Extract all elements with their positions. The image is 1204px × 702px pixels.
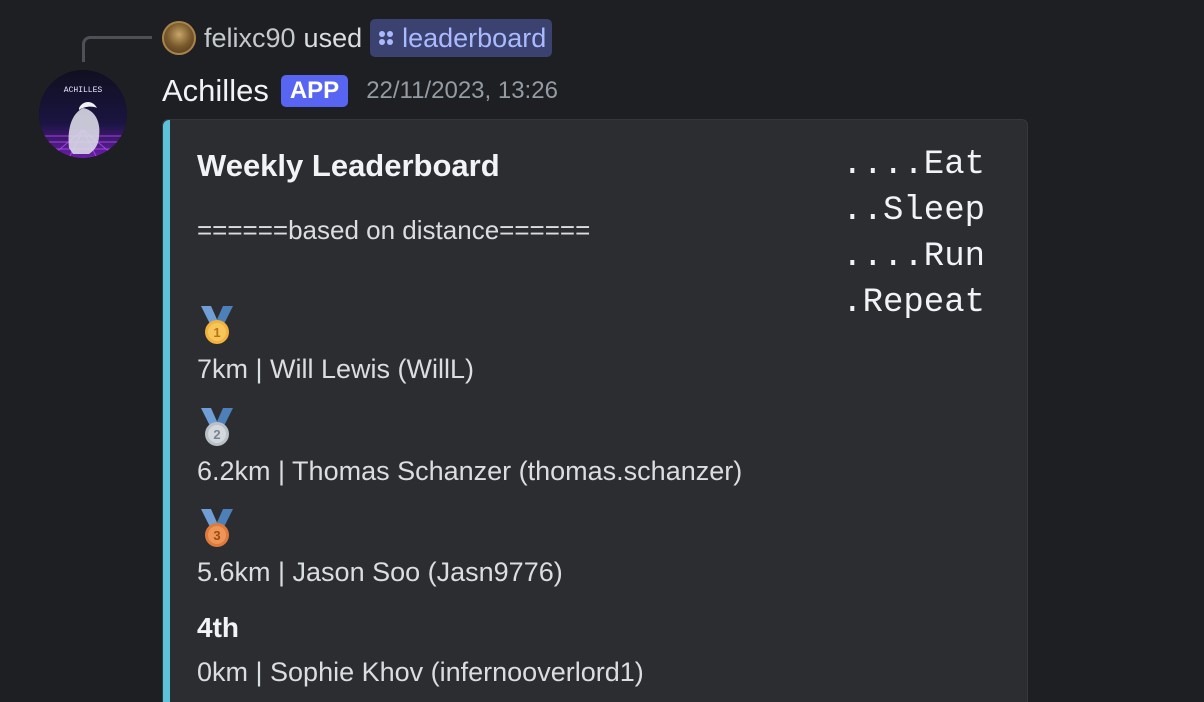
replied-username[interactable]: felixc90 (204, 23, 296, 54)
slash-command-icon (379, 31, 394, 45)
author-name[interactable]: Achilles (162, 73, 269, 109)
embed-title: Weekly Leaderboard (197, 148, 500, 183)
command-reply-header: felixc90 used leaderboard (162, 19, 553, 57)
app-badge: APP (280, 75, 349, 107)
embed-motto: ....Eat ..Sleep ....Run .Repeat (842, 142, 985, 326)
author-avatar[interactable]: ACHILLES (39, 70, 127, 158)
embed-accent-bar (163, 120, 170, 702)
leaderboard-entry-4: 0km | Sophie Khov (infernooverlord1) (197, 657, 644, 687)
leaderboard-entry-2: 6.2km | Thomas Schanzer (thomas.schanzer… (197, 456, 743, 486)
embed-subtitle: ======based on distance====== (197, 215, 591, 245)
svg-text:1: 1 (213, 325, 220, 340)
leaderboard-embed: Weekly Leaderboard ======based on distan… (162, 119, 1028, 702)
motto-line: ..Sleep (842, 192, 985, 230)
avatar-logo-text: ACHILLES (64, 86, 103, 95)
second-place-medal-icon: 2 (201, 408, 233, 446)
slash-command-chip[interactable]: leaderboard (370, 19, 553, 57)
leaderboard-entry-3: 5.6km | Jason Soo (Jasn9776) (197, 557, 563, 587)
message-header: Achilles APP 22/11/2023, 13:26 (162, 70, 558, 112)
svg-text:2: 2 (213, 427, 220, 442)
motto-line: ....Eat (842, 146, 985, 184)
reply-connector-line (82, 36, 152, 62)
reply-used-label: used (303, 22, 363, 53)
discord-message: felixc90 used leaderboard ACHILLES Achil… (0, 0, 1204, 702)
achilles-logo-image: ACHILLES (39, 70, 127, 158)
first-place-medal-icon: 1 (201, 306, 233, 344)
replied-user-avatar[interactable] (162, 21, 196, 55)
third-place-medal-icon: 3 (201, 509, 233, 547)
message-timestamp[interactable]: 22/11/2023, 13:26 (366, 77, 558, 105)
slash-command-name: leaderboard (402, 22, 547, 53)
motto-line: .Repeat (842, 284, 985, 322)
motto-line: ....Run (842, 238, 985, 276)
fourth-place-label: 4th (197, 612, 239, 643)
svg-text:3: 3 (213, 528, 220, 543)
leaderboard-entry-1: 7km | Will Lewis (WillL) (197, 354, 475, 384)
